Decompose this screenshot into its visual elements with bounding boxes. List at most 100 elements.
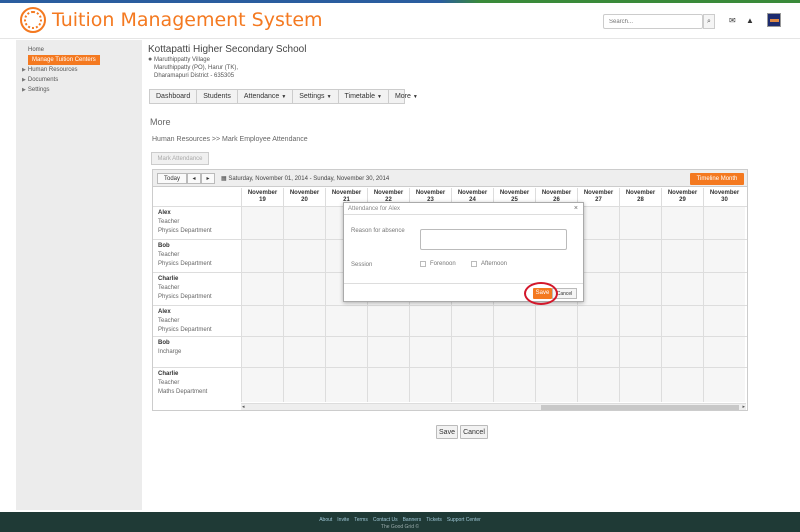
school-name: Kottapatti Higher Secondary School [148,44,307,55]
footer-link[interactable]: Invite [337,517,349,523]
expand-arrow-icon: ▶ [22,87,26,93]
employee-department: Maths Department [158,389,208,395]
reason-textarea[interactable] [420,229,567,250]
today-button[interactable]: Today [157,173,187,184]
employee-role: Teacher [158,285,180,291]
day-header: November 29 [661,188,703,206]
sidebar-item-label: Documents [27,77,59,83]
footer: About Invite Terms Contact Us Banners Tickets… [0,512,800,532]
employee-department: Physics Department [158,294,212,300]
footer-link[interactable]: Tickets [426,517,442,523]
afternoon-label: Afternoon [481,261,508,267]
scrollbar-thumb[interactable] [541,405,739,410]
caret-down-icon: ▼ [281,94,287,100]
day-header-month: November [667,190,698,196]
nav-label: Settings [299,93,325,100]
day-header: November 20 [283,188,325,206]
app-title: Tuition Management System [52,9,323,31]
employee-name: Alex [158,309,171,315]
timeline-month-button[interactable]: Timeline Month [690,173,744,185]
day-header: November 19 [241,188,283,206]
school-address-line1: Maruthippatty Village [154,57,210,63]
nav-more[interactable]: More ▼ [389,90,424,103]
employee-row: Bob Incharge [153,336,747,367]
day-header-month: November [709,190,740,196]
sidebar: Home Manage Tuition Centers ▶ Human Resou… [16,40,142,510]
nav-dashboard[interactable]: Dashboard [150,90,198,103]
day-header: November 30 [703,188,745,206]
nav-settings[interactable]: Settings ▼ [293,90,339,103]
employee-role: Teacher [158,252,180,258]
employee-department: Physics Department [158,228,212,234]
school-address-line3: Dharamapuri District - 635305 [154,73,235,79]
day-header-month: November [331,190,362,196]
horizontal-scrollbar[interactable]: ◂ ▸ [241,403,746,410]
mail-icon[interactable]: ✉ [729,16,736,25]
dialog-title: Attendance for Alex [344,203,583,215]
employee-department: Physics Department [158,327,212,333]
prev-button[interactable]: ◂ [187,173,201,184]
sidebar-item-manage-tuition-centers[interactable]: Manage Tuition Centers [28,55,100,65]
sidebar-item-home[interactable]: Home [16,45,142,55]
app-header: Tuition Management System ⌕ ✉ ▲ [0,3,800,39]
caret-down-icon: ▼ [326,94,332,100]
nav-label: Timetable [344,93,375,100]
close-icon[interactable]: × [574,205,578,212]
day-header-day: 30 [721,197,728,203]
save-button[interactable]: Save [436,425,458,439]
employee-name: Charlie [158,371,179,377]
location-pin-icon: ● [148,56,153,63]
scroll-right-icon[interactable]: ▸ [742,404,745,410]
footer-link[interactable]: Terms [354,517,368,523]
footer-link[interactable]: Support Center [447,517,481,523]
day-header-month: November [289,190,320,196]
footer-link[interactable]: About [319,517,332,523]
employee-row: Alex Teacher Physics Department [153,305,747,336]
day-header-month: November [625,190,656,196]
footer-link[interactable]: Contact Us [373,517,398,523]
caret-down-icon: ▼ [377,94,382,100]
employee-role: Teacher [158,219,180,225]
main-nav: Dashboard Students Attendance ▼ Settings ▼… [149,89,418,104]
nav-students[interactable]: Students [197,90,238,103]
app-logo[interactable] [20,7,46,33]
sidebar-item-label: Human Resources [27,67,78,73]
session-label: Session [351,262,373,268]
cancel-button[interactable]: Cancel [460,425,488,439]
user-avatar[interactable] [767,13,781,27]
calendar-toolbar: Today ◂ ▸ ▦ Saturday, November 01, 2014 … [153,170,747,187]
scroll-left-icon[interactable]: ◂ [242,404,245,410]
page-title: More [150,117,171,127]
day-header-month: November [583,190,614,196]
nav-label: More [394,93,411,100]
day-header-month: November [415,190,446,196]
footer-links: About Invite Terms Contact Us Banners Tickets… [0,512,800,523]
expand-arrow-icon: ▶ [22,67,26,73]
employee-role: Teacher [158,318,180,324]
employee-role: Teacher [158,380,180,386]
day-header-day: 29 [679,197,686,203]
day-header-month: November [541,190,572,196]
nav-attendance[interactable]: Attendance ▼ [238,90,294,103]
next-button[interactable]: ▸ [201,173,215,184]
forenoon-checkbox[interactable] [420,261,426,267]
day-header-month: November [373,190,404,196]
sidebar-item-documents[interactable]: ▶ Documents [16,75,142,85]
caret-down-icon: ▼ [412,94,418,100]
sidebar-item-settings[interactable]: ▶ Settings [16,85,142,95]
mark-attendance-button[interactable]: Mark Attendance [151,152,209,165]
employee-name: Bob [158,340,170,346]
reason-label: Reason for absence [351,228,405,234]
sidebar-item-human-resources[interactable]: ▶ Human Resources [16,65,142,75]
search-button[interactable]: ⌕ [703,14,715,29]
footer-link[interactable]: Banners [403,517,422,523]
day-header-day: 28 [637,197,644,203]
search-input[interactable] [603,14,703,29]
school-address-line2: Maruthippatty (PO), Harur (TK), [154,65,239,71]
nav-label: Students [203,93,231,100]
bell-icon[interactable]: ▲ [746,16,754,25]
forenoon-label: Forenoon [430,261,456,267]
date-range: ▦ Saturday, November 01, 2014 - Sunday, … [221,175,389,182]
afternoon-checkbox[interactable] [471,261,477,267]
nav-timetable[interactable]: Timetable ▼ [339,90,389,103]
